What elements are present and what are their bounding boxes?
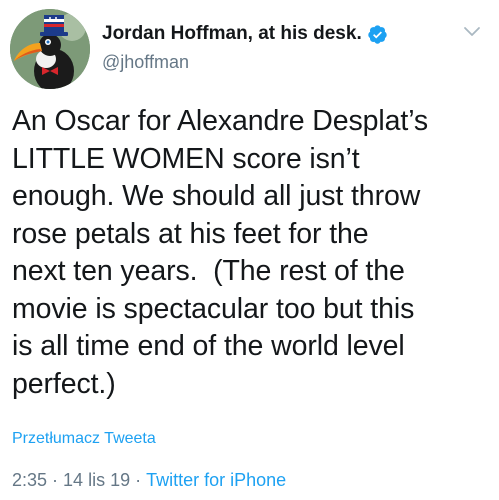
tweet-source-link[interactable]: Twitter for iPhone (146, 470, 286, 490)
translate-tweet-link[interactable]: Przetłumacz Tweeta (12, 430, 156, 448)
meta-separator: · (135, 470, 142, 490)
avatar[interactable] (10, 9, 90, 89)
tweet-text: An Oscar for Alexandre Desplat’s LITTLE … (12, 105, 429, 400)
tweet-metadata: 2:35 · 14 lis 19 · Twitter for iPhone (12, 470, 286, 491)
chevron-down-icon[interactable] (462, 25, 482, 39)
display-name[interactable]: Jordan Hoffman, at his desk. (102, 23, 362, 45)
tweet-header: Jordan Hoffman, at his desk. @jhoffman (10, 9, 490, 89)
tweet-time[interactable]: 2:35 (12, 470, 47, 490)
display-name-row: Jordan Hoffman, at his desk. (102, 21, 388, 47)
toucan-avatar-image (10, 9, 90, 89)
verified-badge-icon (367, 24, 388, 45)
meta-separator: · (52, 470, 59, 490)
user-handle[interactable]: @jhoffman (102, 52, 388, 73)
tweet-date[interactable]: 14 lis 19 (63, 470, 130, 490)
author-info[interactable]: Jordan Hoffman, at his desk. @jhoffman (102, 21, 388, 73)
